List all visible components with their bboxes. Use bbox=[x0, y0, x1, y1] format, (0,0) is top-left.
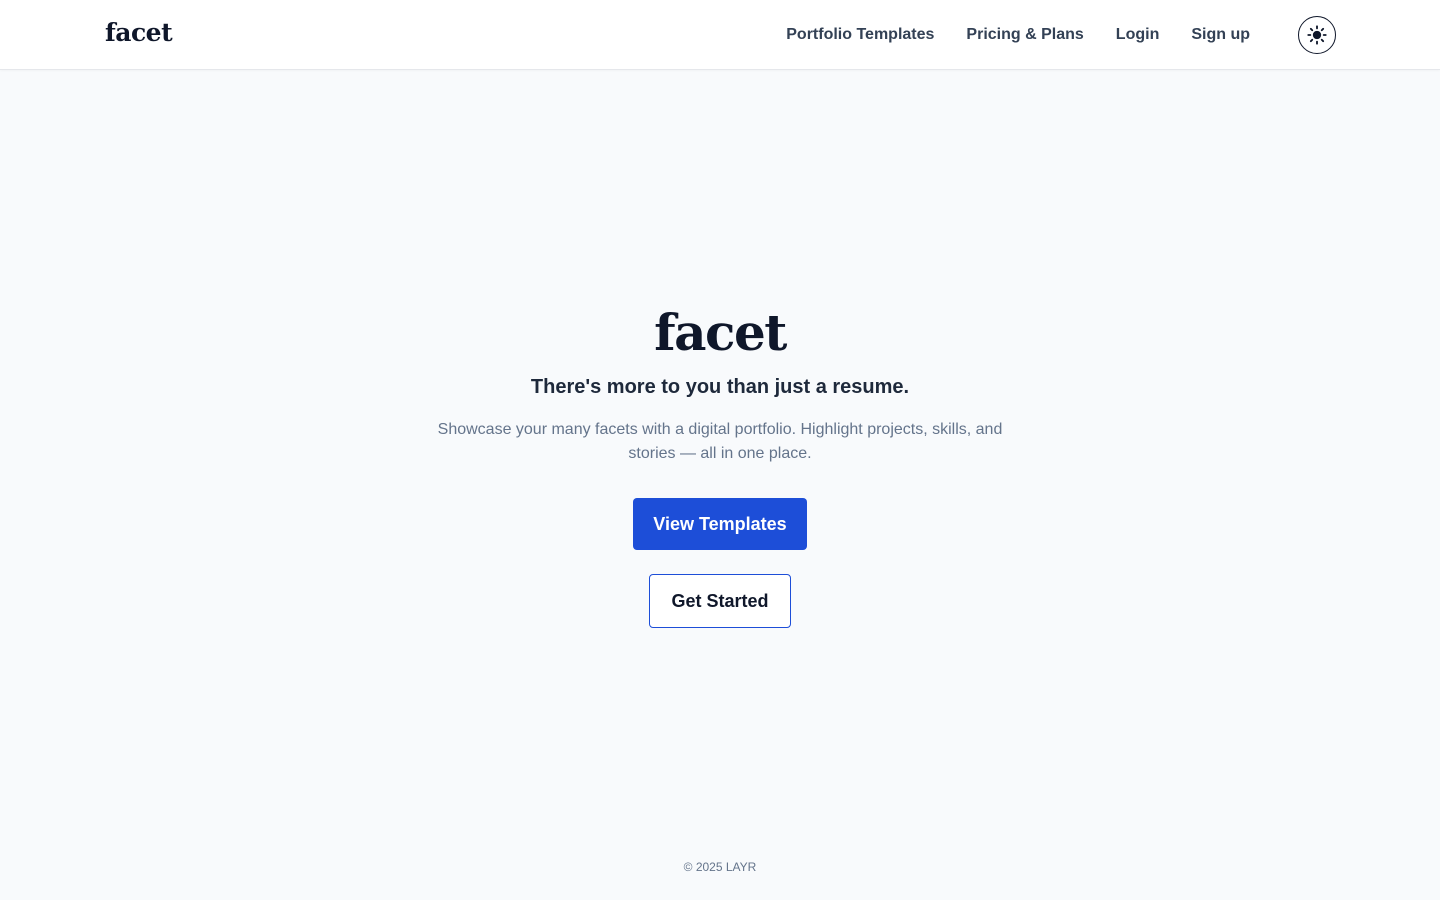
nav-link-portfolio-templates[interactable]: Portfolio Templates bbox=[786, 26, 934, 44]
nav-link-login[interactable]: Login bbox=[1116, 26, 1160, 44]
footer-copyright: © 2025 LAYR bbox=[683, 860, 757, 874]
nav-link-sign-up[interactable]: Sign up bbox=[1191, 26, 1250, 44]
nav-links: Portfolio Templates Pricing & Plans Logi… bbox=[786, 0, 1250, 70]
hero-description: Showcase your many facets with a digital… bbox=[437, 421, 1003, 462]
sun-icon bbox=[1307, 25, 1327, 45]
hero-title: facet bbox=[654, 303, 787, 362]
secondary-button-wrap: Get Started bbox=[0, 574, 1440, 628]
view-templates-button[interactable]: View Templates bbox=[633, 498, 807, 550]
footer: © 2025 LAYR bbox=[0, 860, 1440, 874]
hero-section: facet There's more to you than just a re… bbox=[0, 300, 1440, 628]
get-started-button[interactable]: Get Started bbox=[649, 574, 791, 628]
nav-link-pricing-plans[interactable]: Pricing & Plans bbox=[966, 26, 1083, 44]
hero-tagline: There's more to you than just a resume. bbox=[530, 376, 910, 398]
theme-toggle-button[interactable] bbox=[1298, 16, 1336, 54]
brand-logo[interactable]: facet bbox=[105, 18, 173, 47]
navbar: facet Portfolio Templates Pricing & Plan… bbox=[0, 0, 1440, 70]
